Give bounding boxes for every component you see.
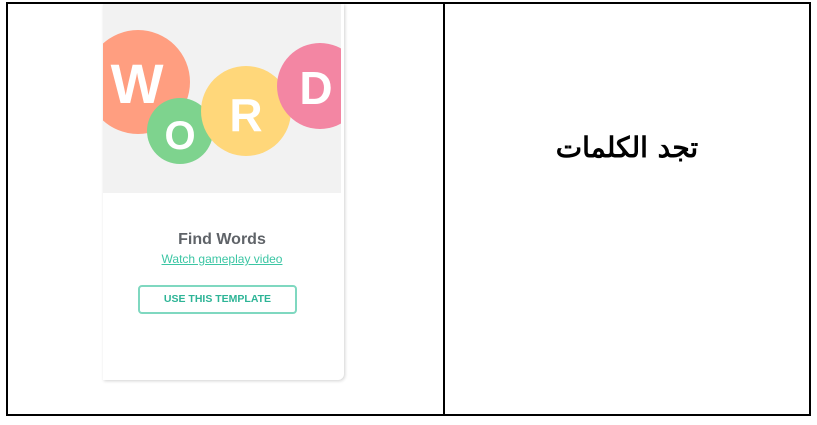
letter-r: R [229, 89, 262, 141]
arabic-translation-text: تجد الكلمات [555, 131, 699, 164]
template-thumbnail[interactable]: W O R D [103, 4, 341, 193]
letter-w: W [111, 52, 164, 115]
template-card: W O R D Find Words Watch gameplay video … [103, 4, 344, 380]
word-circles-illustration: W O R D [103, 30, 341, 164]
use-template-button[interactable]: USE THIS TEMPLATE [138, 285, 297, 314]
letter-d: D [299, 62, 332, 114]
letter-o: O [164, 114, 195, 158]
table-column-divider [443, 2, 445, 416]
template-title: Find Words [178, 231, 266, 248]
watch-gameplay-link[interactable]: Watch gameplay video [103, 252, 341, 266]
